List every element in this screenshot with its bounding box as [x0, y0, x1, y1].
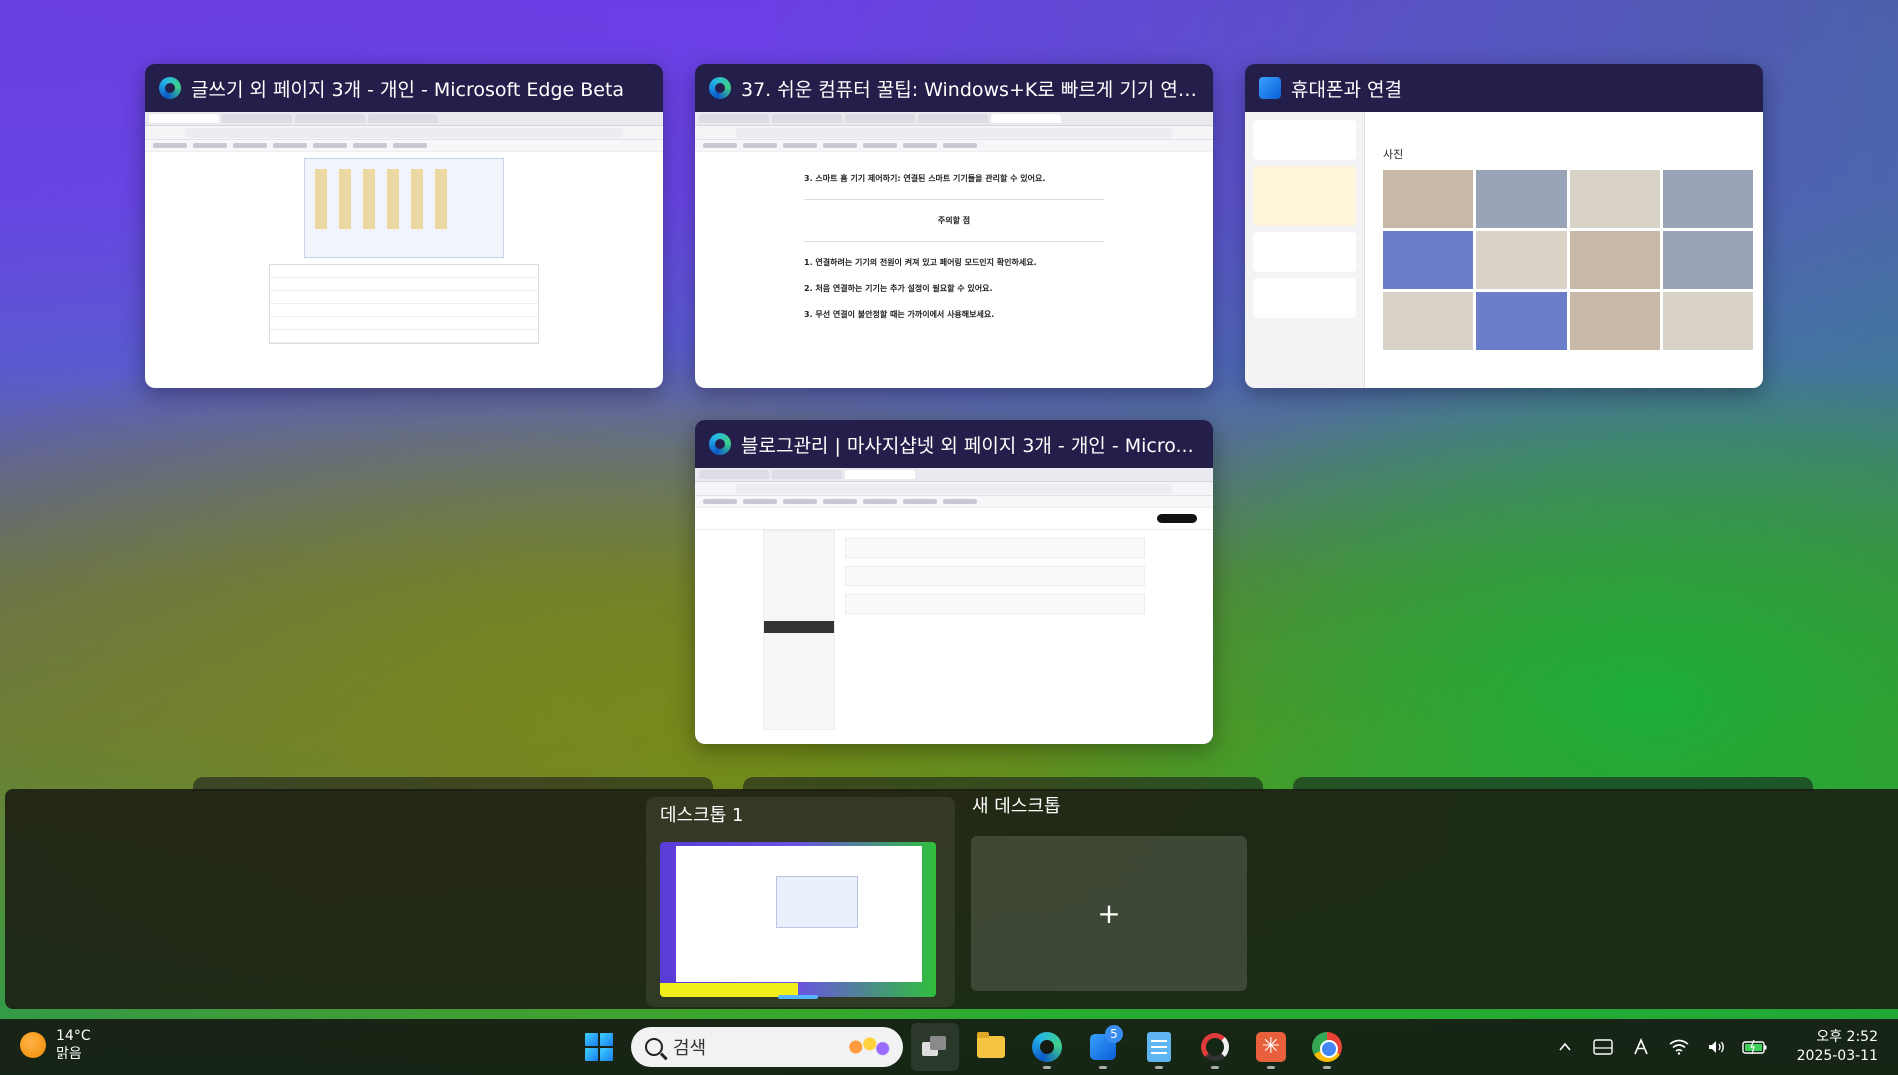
tulip-highlight-icon — [839, 1031, 895, 1063]
chrome-icon — [1312, 1032, 1342, 1062]
sun-icon — [20, 1032, 46, 1058]
window-preview — [145, 112, 663, 388]
window-title-bar: 휴대폰과 연결 — [1245, 64, 1763, 112]
window-preview: 사진 — [1245, 112, 1763, 388]
notepad-button[interactable] — [1135, 1023, 1183, 1071]
clock-time: 오후 2:52 — [1816, 1029, 1878, 1045]
window-title-bar: 37. 쉬운 컴퓨터 꿀팁: Windows+K로 빠르게 기기 연결... — [695, 64, 1213, 112]
window-thumbnail-edge-blog-admin[interactable]: 블로그관리 | 마사지샵넷 외 페이지 3개 - 개인 - Micro... — [695, 420, 1213, 744]
search-placeholder: 검색 — [673, 1038, 707, 1059]
edge-icon — [709, 77, 731, 99]
window-title-bar: 블로그관리 | 마사지샵넷 외 페이지 3개 - 개인 - Micro... — [695, 420, 1213, 468]
input-panel-icon[interactable] — [1589, 1033, 1617, 1061]
edge-icon — [1032, 1032, 1062, 1062]
notification-badge: 5 — [1105, 1025, 1123, 1043]
search-icon — [645, 1038, 663, 1056]
file-explorer-button[interactable] — [967, 1023, 1015, 1071]
preview-text-line: 1. 연결하려는 기기의 전원이 켜져 있고 페어링 모드인지 확인하세요. — [804, 258, 1037, 267]
start-button[interactable] — [575, 1023, 623, 1071]
plus-icon: + — [1097, 897, 1121, 930]
phone-link-icon — [1259, 77, 1281, 99]
search-input[interactable]: 검색 — [631, 1027, 903, 1067]
selected-desktop-indicator — [778, 995, 818, 999]
preview-text-line: 주의할 점 — [937, 216, 971, 225]
clock[interactable]: 오후 2:52 2025-03-11 — [1797, 1028, 1878, 1066]
phone-link-button[interactable]: 5 — [1079, 1023, 1127, 1071]
window-title-bar: 글쓰기 외 페이지 3개 - 개인 - Microsoft Edge Beta — [145, 64, 663, 112]
window-title: 글쓰기 외 페이지 3개 - 개인 - Microsoft Edge Beta — [191, 78, 625, 101]
edge-button[interactable] — [1023, 1023, 1071, 1071]
asterisk-app-icon: ✳ — [1256, 1032, 1286, 1062]
new-desktop-label: 새 데스크톱 — [972, 796, 1061, 817]
notepad-icon — [1147, 1032, 1171, 1062]
app-ring-button[interactable] — [1191, 1023, 1239, 1071]
task-view-button[interactable] — [911, 1023, 959, 1071]
taskbar: 14°C 맑음 검색 5 ✳ 오후 2:52 2025-03-11 — [0, 1019, 1898, 1075]
new-desktop-button[interactable]: + — [971, 836, 1247, 991]
battery-icon[interactable] — [1741, 1033, 1769, 1061]
photos-section-title: 사진 — [1383, 148, 1404, 161]
preview-text-line: 2. 처음 연결하는 기기는 추가 설정이 필요할 수 있어요. — [804, 284, 993, 293]
desktop-thumbnail — [660, 842, 936, 997]
taskbar-apps: 검색 5 ✳ — [575, 1023, 1351, 1071]
windows-logo-icon — [585, 1033, 613, 1061]
weather-condition: 맑음 — [56, 1046, 82, 1062]
window-title: 휴대폰과 연결 — [1291, 78, 1402, 101]
edge-icon — [709, 433, 731, 455]
window-preview: 3. 스마트 홈 기기 제어하기: 연결된 스마트 기기들을 관리할 수 있어요… — [695, 112, 1213, 388]
desktop-label: 데스크톱 1 — [660, 805, 744, 826]
weather-temp: 14°C — [56, 1028, 91, 1044]
chevron-up-icon[interactable] — [1551, 1033, 1579, 1061]
window-thumbnail-edge-blog-post[interactable]: 37. 쉬운 컴퓨터 꿀팁: Windows+K로 빠르게 기기 연결... 3… — [695, 64, 1213, 388]
ring-app-icon — [1201, 1033, 1229, 1061]
ime-language-icon[interactable] — [1627, 1033, 1655, 1061]
preview-text-line: 3. 스마트 홈 기기 제어하기: 연결된 스마트 기기들을 관리할 수 있어요… — [804, 174, 1046, 183]
volume-icon[interactable] — [1703, 1033, 1731, 1061]
folder-icon — [977, 1032, 1005, 1058]
virtual-desktops-panel: 데스크톱 1 — [5, 789, 1898, 1009]
clock-date: 2025-03-11 — [1796, 1048, 1878, 1064]
chrome-button[interactable] — [1303, 1023, 1351, 1071]
weather-widget[interactable]: 14°C 맑음 — [20, 1027, 91, 1063]
window-preview — [695, 468, 1213, 744]
preview-text-line: 3. 무선 연결이 불안정할 때는 가까이에서 사용해보세요. — [804, 310, 995, 319]
wifi-icon[interactable] — [1665, 1033, 1693, 1061]
window-thumbnail-edge-writing[interactable]: 글쓰기 외 페이지 3개 - 개인 - Microsoft Edge Beta — [145, 64, 663, 388]
window-thumbnail-phone-link[interactable]: 휴대폰과 연결 사진 — [1245, 64, 1763, 388]
edge-icon — [159, 77, 181, 99]
system-tray: 오후 2:52 2025-03-11 — [1551, 1019, 1898, 1075]
window-title: 37. 쉬운 컴퓨터 꿀팁: Windows+K로 빠르게 기기 연결... — [741, 78, 1199, 101]
task-view-icon — [922, 1036, 948, 1058]
asterisk-app-button[interactable]: ✳ — [1247, 1023, 1295, 1071]
desktop-1[interactable]: 데스크톱 1 — [646, 797, 955, 1007]
window-title: 블로그관리 | 마사지샵넷 외 페이지 3개 - 개인 - Micro... — [741, 434, 1194, 457]
